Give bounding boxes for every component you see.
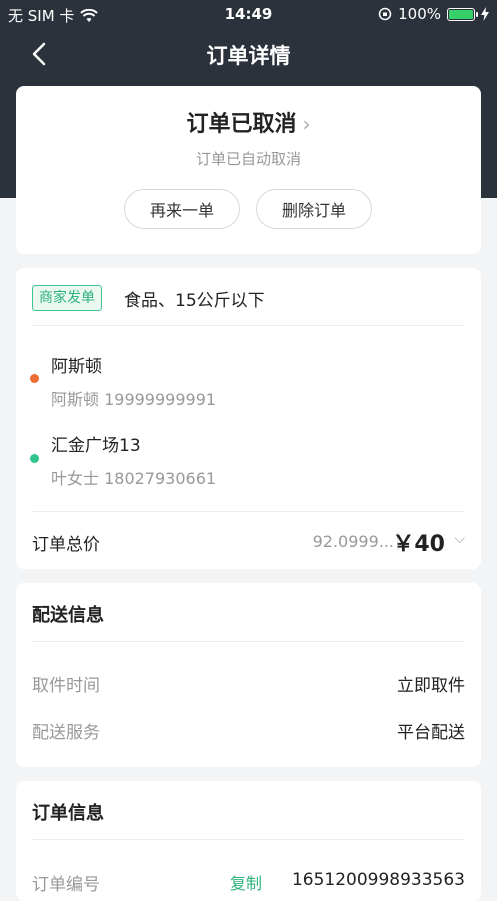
delivery-service-value: 平台配送 [397,723,465,743]
total-value: 92.0999... [312,532,394,551]
divider [32,511,465,512]
nav-bar: 订单详情 [0,28,497,80]
divider [32,641,465,642]
pickup-time-label: 取件时间 [32,676,100,696]
merchant-tag: 商家发单 [32,285,102,311]
chevron-down-icon[interactable]: ⌵ [454,531,465,547]
order-info-title: 订单信息 [32,803,104,824]
reorder-button[interactable]: 再来一单 [124,189,240,229]
pickup-time-value: 立即取件 [397,676,465,696]
status-bar: 无 SIM 卡 14:49 100% [0,0,497,28]
receiver-name: 汇金广场13 [51,436,141,456]
order-number: 1651200998933563 [291,870,465,890]
chevron-right-icon: › [302,112,311,136]
delete-order-button[interactable]: 删除订单 [256,189,372,229]
goods-description: 食品、15公斤以下 [124,291,265,311]
total-price-toggle[interactable]: ￥40 [392,526,445,558]
divider [32,839,465,840]
delivery-service-label: 配送服务 [32,723,100,743]
order-status-subtitle: 订单已自动取消 [195,150,301,168]
order-status-title: 订单已取消 [186,112,297,137]
orientation-lock-icon [378,7,392,21]
order-status-link[interactable]: 订单已取消 › [16,106,481,138]
page-title: 订单详情 [206,44,291,68]
sender-contact: 阿斯顿 19999999991 [51,390,217,409]
receiver-dot [30,454,39,463]
order-status-card: 订单已取消 › 订单已自动取消 再来一单 删除订单 [16,86,481,254]
copy-button[interactable]: 复制 [230,870,262,894]
battery-percent: 100% [398,5,441,23]
delivery-section-title: 配送信息 [32,605,104,626]
sender-name: 阿斯顿 [51,357,102,377]
delivery-info-card: 配送信息 取件时间 立即取件 配送服务 平台配送 [16,583,481,767]
status-right: 100% [378,5,489,23]
shipment-card: 商家发单 食品、15公斤以下 阿斯顿 阿斯顿 19999999991 汇金广场1… [16,268,481,569]
receiver-contact: 叶女士 18027930661 [51,469,217,488]
charging-icon [481,7,489,21]
battery-icon [447,7,478,21]
order-info-card: 订单信息 订单编号 复制 1651200998933563 [16,781,481,901]
divider [32,325,465,326]
sender-dot [30,374,39,383]
total-label: 订单总价 [32,535,100,555]
